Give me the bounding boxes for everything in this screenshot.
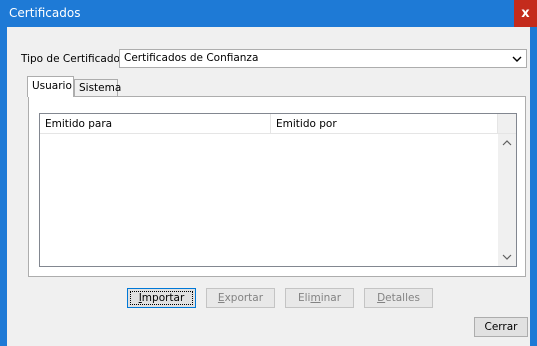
export-mnemonic: E — [217, 292, 225, 304]
title-bar[interactable]: Certificados x — [0, 0, 537, 27]
window-title: Certificados — [9, 6, 81, 20]
import-button[interactable]: Importar — [127, 288, 196, 308]
window-border-left — [0, 27, 7, 346]
chevron-down-icon[interactable] — [499, 249, 515, 265]
certificate-type-value: Certificados de Confianza — [124, 52, 259, 64]
close-window-button[interactable]: x — [514, 0, 537, 27]
delete-label-post: inar — [320, 292, 342, 304]
details-label-post: etalles — [385, 292, 420, 304]
tab-usuario-label: Usuario — [32, 80, 72, 92]
delete-mnemonic: m — [310, 292, 321, 304]
details-button[interactable]: Detalles — [364, 288, 433, 308]
certificate-type-select[interactable]: Certificados de Confianza — [119, 49, 527, 68]
column-header-issued-by[interactable]: Emitido por — [271, 114, 498, 134]
certificate-list[interactable]: Emitido para Emitido por — [39, 113, 517, 267]
close-button-label: Cerrar — [484, 321, 518, 333]
chevron-down-icon — [512, 56, 522, 62]
focus-rectangle — [130, 291, 193, 305]
certificates-dialog: Certificados x Tipo de Certificado: Cert… — [0, 0, 537, 346]
column-header-issued-to[interactable]: Emitido para — [40, 114, 271, 134]
details-mnemonic: D — [377, 292, 386, 304]
tab-sistema-label: Sistema — [79, 82, 122, 94]
vertical-scrollbar[interactable] — [498, 134, 516, 266]
close-icon: x — [521, 6, 530, 21]
tab-sistema[interactable]: Sistema — [74, 79, 122, 97]
chevron-up-icon[interactable] — [499, 135, 515, 151]
export-label-post: xportar — [224, 292, 264, 304]
window-border-right — [530, 27, 537, 346]
delete-button[interactable]: Eliminar — [285, 288, 354, 308]
export-button[interactable]: Exportar — [206, 288, 275, 308]
tab-usuario[interactable]: Usuario — [27, 76, 74, 97]
certificate-type-label: Tipo de Certificado: — [21, 53, 124, 65]
header-filler — [498, 114, 516, 134]
close-button[interactable]: Cerrar — [474, 317, 528, 337]
delete-label-pre: Eli — [297, 292, 311, 304]
